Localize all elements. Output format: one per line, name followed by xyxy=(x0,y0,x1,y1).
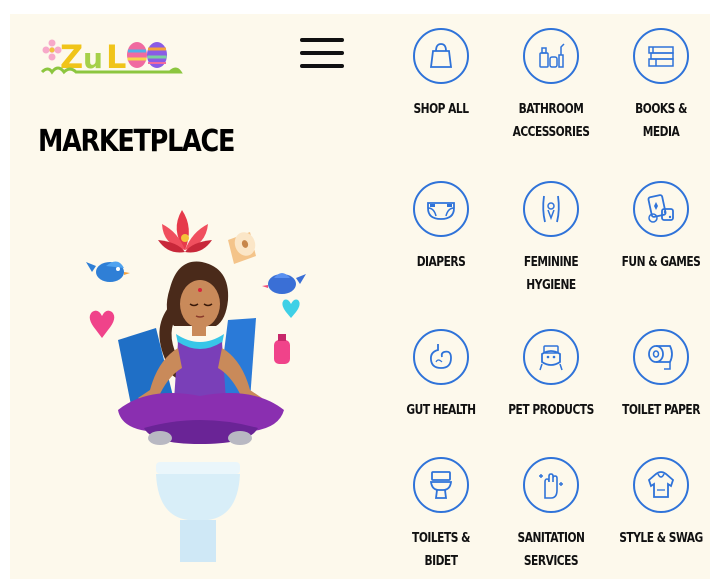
category-label: FUN & GAMES xyxy=(616,251,706,274)
dog-icon xyxy=(523,329,579,385)
easter-eggs-icon xyxy=(127,42,167,68)
menu-line xyxy=(300,64,344,68)
category-shop-all[interactable]: SHOP ALL xyxy=(386,28,496,121)
category-label-line: STYLE & SWAG xyxy=(619,531,703,546)
category-toilet-paper[interactable]: TOILET PAPER xyxy=(606,329,716,422)
category-books-media[interactable]: BOOKS & MEDIA xyxy=(606,28,716,144)
books-icon xyxy=(633,28,689,84)
bathroom-bottles-icon xyxy=(523,28,579,84)
cards-dice-icon xyxy=(633,181,689,237)
category-label-line: FUN & GAMES xyxy=(621,255,701,270)
svg-text:L: L xyxy=(106,38,126,76)
category-label-line: PET PRODUCTS xyxy=(508,403,594,418)
category-label: SHOP ALL xyxy=(396,98,486,121)
category-gut-health[interactable]: GUT HEALTH xyxy=(386,329,496,422)
category-label-line: TOILET PAPER xyxy=(622,403,700,418)
page-title: MARKETPLACE xyxy=(38,124,235,159)
category-label-line: BATHROOM xyxy=(518,102,584,117)
category-label-line: SHOP ALL xyxy=(413,102,469,117)
category-label: FEMININE HYGIENE xyxy=(506,251,596,297)
category-label-line: DIAPERS xyxy=(416,255,466,270)
category-pet-products[interactable]: PET PRODUCTS xyxy=(496,329,606,422)
category-label: DIAPERS xyxy=(396,251,486,274)
category-label-line: HYGIENE xyxy=(526,278,576,293)
category-fun-games[interactable]: FUN & GAMES xyxy=(606,181,716,274)
shopping-bag-icon xyxy=(413,28,469,84)
category-label-line: BIDET xyxy=(424,554,458,569)
heart-cyan-icon xyxy=(282,299,300,318)
toilet-icon xyxy=(413,457,469,513)
category-label: BATHROOM ACCESSORIES xyxy=(506,98,596,144)
category-label-line: BOOKS & xyxy=(635,102,687,117)
category-sanitation-services[interactable]: SANITATION SERVICES xyxy=(496,457,606,573)
toilet-paper-roll-icon xyxy=(228,232,256,264)
lotus-flower-icon xyxy=(158,210,212,253)
svg-text:u: u xyxy=(83,42,103,75)
meditating-woman-illustration xyxy=(86,210,306,562)
category-label-line: GUT HEALTH xyxy=(406,403,476,418)
hoodie-icon xyxy=(633,457,689,513)
category-bathroom-accessories[interactable]: BATHROOM ACCESSORIES xyxy=(496,28,606,144)
heart-pink-icon xyxy=(89,310,115,338)
hamburger-menu-button[interactable] xyxy=(300,38,344,74)
bird-right-icon xyxy=(262,273,306,294)
diaper-icon xyxy=(413,181,469,237)
toilet-illustration xyxy=(156,462,240,562)
category-label-line: SERVICES xyxy=(523,554,579,569)
hot-water-bottle-icon xyxy=(274,334,290,364)
category-diapers[interactable]: DIAPERS xyxy=(386,181,496,274)
menu-line xyxy=(300,38,344,42)
daisy-icon xyxy=(42,39,62,61)
category-label: GUT HEALTH xyxy=(396,399,486,422)
stomach-icon xyxy=(413,329,469,385)
menu-line xyxy=(300,51,344,55)
category-label: SANITATION SERVICES xyxy=(506,527,596,573)
toilet-paper-icon xyxy=(633,329,689,385)
category-label: TOILET PAPER xyxy=(616,399,706,422)
feminine-hygiene-icon xyxy=(523,181,579,237)
category-label-line: TOILETS & xyxy=(412,531,470,546)
clean-hand-icon xyxy=(523,457,579,513)
category-label-line: MEDIA xyxy=(642,125,680,140)
category-label: BOOKS & MEDIA xyxy=(616,98,706,144)
zuloo-logo[interactable]: Z u L xyxy=(40,30,190,80)
category-label: STYLE & SWAG xyxy=(616,527,706,550)
category-feminine-hygiene[interactable]: FEMININE HYGIENE xyxy=(496,181,606,297)
category-label-line: SANITATION xyxy=(517,531,585,546)
bird-left-icon xyxy=(86,261,130,282)
category-label: TOILETS & BIDET xyxy=(396,527,486,573)
category-style-swag[interactable]: STYLE & SWAG xyxy=(606,457,716,550)
category-toilets-bidet[interactable]: TOILETS & BIDET xyxy=(386,457,496,573)
category-label-line: FEMININE xyxy=(523,255,579,270)
category-label: PET PRODUCTS xyxy=(506,399,596,422)
category-label-line: ACCESSORIES xyxy=(512,125,590,140)
